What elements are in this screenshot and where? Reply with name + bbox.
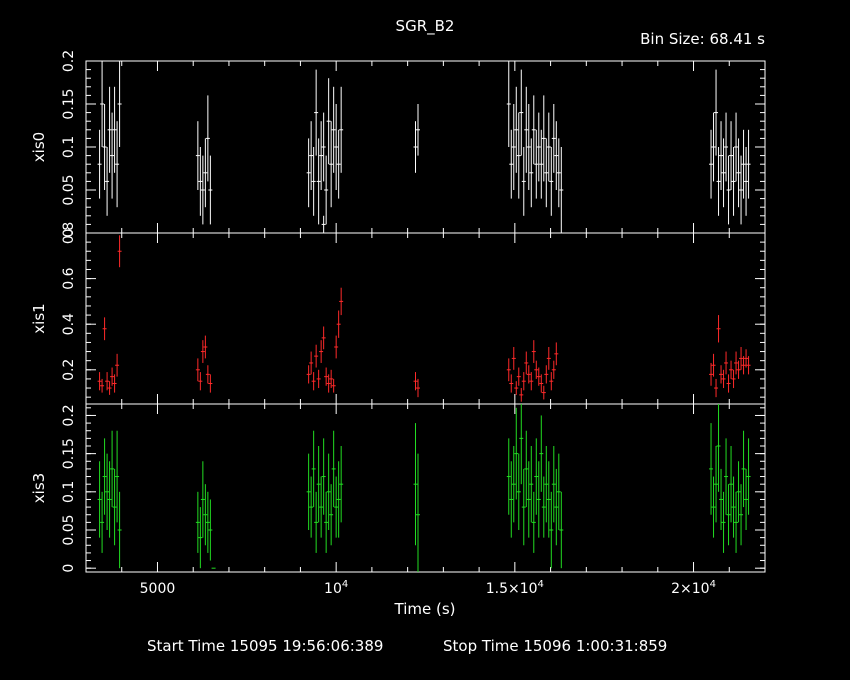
x-tick-label: 2×104	[671, 579, 716, 597]
x-tick-label: 104	[324, 579, 348, 597]
xis1-ytick-label: 0.8	[61, 222, 77, 244]
xis1-ytick-label: 0.6	[61, 267, 77, 289]
xis1-axis-title: xis1	[30, 303, 48, 333]
bin-size-label: Bin Size: 68.41 s	[640, 30, 765, 48]
x-tick-label: 1.5×104	[486, 579, 544, 597]
xis0-frame	[85, 60, 766, 234]
start-time-label: Start Time 15095 19:56:06:389	[147, 637, 383, 655]
xis0-axis-title: xis0	[30, 132, 48, 162]
xis3-ytick-label: 0.1	[61, 481, 77, 503]
xis0-ytick-label: 0.1	[61, 136, 77, 158]
xis3-ytick-label: 0.2	[61, 404, 77, 426]
stop-time-label: Stop Time 15096 1:00:31:859	[443, 637, 667, 655]
lightcurve-figure: SGR_B2 Bin Size: 68.41 s Time (s) Start …	[30, 17, 766, 655]
xis0-panel: 00.050.10.150.2xis0	[30, 50, 766, 237]
xis3-axis-title: xis3	[30, 473, 48, 503]
xis3-ytick-label: 0.15	[61, 438, 77, 469]
chart-title: SGR_B2	[396, 17, 455, 36]
xis3-ytick-label: 0	[61, 564, 77, 573]
xis3-panel: 0 0.05 0.1 0.15 0.2 xis3	[30, 403, 766, 573]
xis3-ytick-label: 0.05	[61, 514, 77, 545]
xis0-ytick-label: 0.15	[61, 88, 77, 119]
xis0-ytick-label: 0.2	[61, 50, 77, 72]
xis1-frame	[85, 232, 766, 405]
xis1-ytick-label: 0.4	[61, 313, 77, 335]
x-tick-label: 5000	[140, 581, 176, 597]
xis3-frame	[85, 403, 766, 573]
x-axis-title: Time (s)	[394, 600, 456, 618]
xis0-ytick-label: 0.05	[61, 174, 77, 205]
panels-group: 00.050.10.150.2xis00.20.40.60.8xis100.05…	[30, 50, 766, 597]
xis1-panel: 0.2 0.4 0.6 0.8 xis1	[30, 222, 766, 405]
xis1-ytick-label: 0.2	[61, 359, 77, 381]
